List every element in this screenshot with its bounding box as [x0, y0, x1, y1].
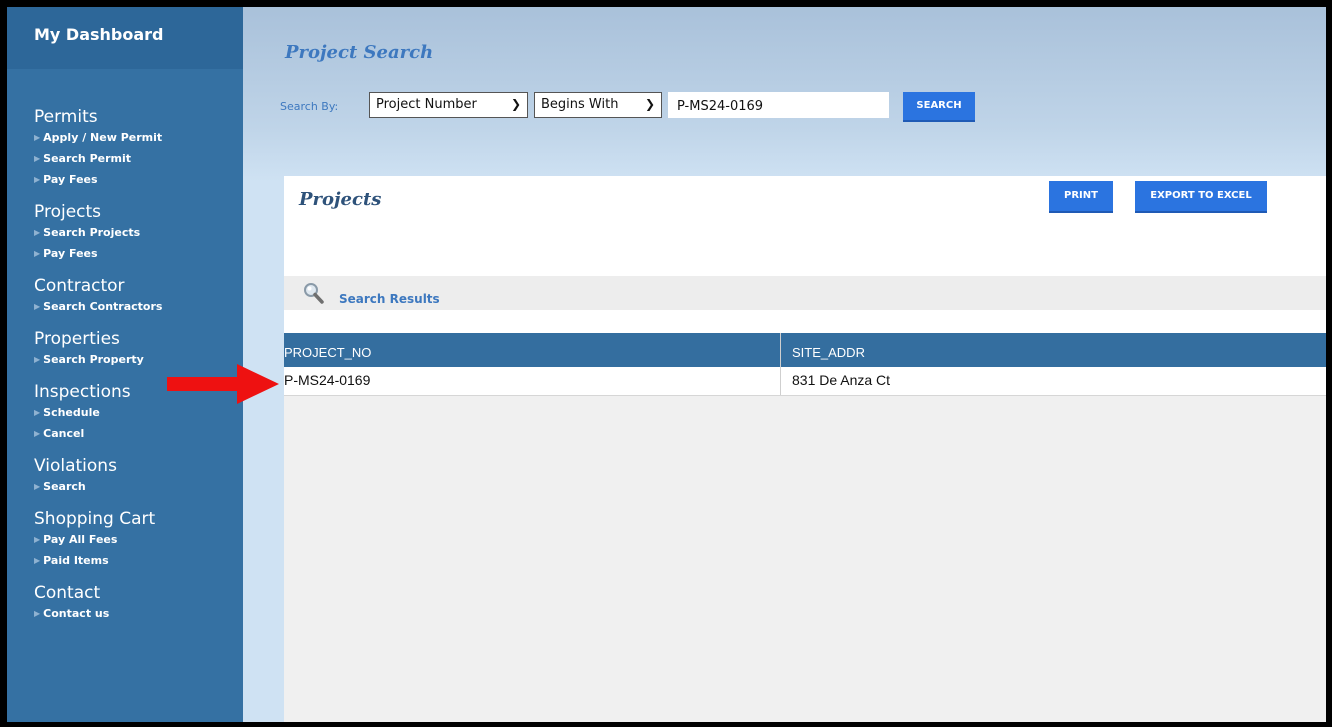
page-title: Project Search	[285, 42, 434, 63]
sidebar-section-permits: Permits ▶ Apply / New Permit ▶ Search Perm…	[7, 107, 243, 190]
my-dashboard-link[interactable]: My Dashboard	[7, 7, 243, 69]
triangle-right-icon: ▶	[34, 133, 41, 142]
main-content: Project Search Search By: Project Number…	[243, 7, 1326, 722]
projects-title: Projects	[299, 189, 382, 210]
column-header-project-no[interactable]: PROJECT_NO	[284, 333, 780, 367]
projects-panel-header: Projects PRINT EXPORT TO EXCEL	[284, 176, 1326, 276]
triangle-right-icon: ▶	[34, 228, 41, 237]
chevron-down-icon: ❯	[510, 97, 521, 111]
sidebar-title-violations[interactable]: Violations	[34, 456, 243, 476]
export-to-excel-button[interactable]: EXPORT TO EXCEL	[1135, 181, 1267, 213]
triangle-right-icon: ▶	[34, 302, 41, 311]
triangle-right-icon: ▶	[34, 482, 41, 491]
table-header: PROJECT_NO SITE_ADDR	[284, 333, 1326, 367]
sidebar-section-contact: Contact ▶ Contact us	[7, 583, 243, 624]
table-row[interactable]: P-MS24-0169 831 De Anza Ct	[284, 367, 1326, 396]
sidebar-item-pay-all-fees[interactable]: ▶ Pay All Fees	[34, 529, 243, 550]
sidebar-item-search-projects[interactable]: ▶ Search Projects	[34, 222, 243, 243]
sidebar-title-contact[interactable]: Contact	[34, 583, 243, 603]
sidebar-title-properties[interactable]: Properties	[34, 329, 243, 349]
sidebar-title-shopping-cart[interactable]: Shopping Cart	[34, 509, 243, 529]
spacer	[284, 310, 1326, 333]
sidebar-section-contractor: Contractor ▶ Search Contractors	[7, 276, 243, 317]
triangle-right-icon: ▶	[34, 408, 41, 417]
sidebar-item-apply-new-permit[interactable]: ▶ Apply / New Permit	[34, 127, 243, 148]
search-field-select[interactable]: Project Number ❯	[369, 92, 528, 118]
sidebar-section-violations: Violations ▶ Search	[7, 456, 243, 497]
search-operator-value: Begins With	[541, 97, 619, 112]
triangle-right-icon: ▶	[34, 355, 41, 364]
sidebar-section-shopping-cart: Shopping Cart ▶ Pay All Fees ▶ Paid Items	[7, 509, 243, 571]
search-results-bar: Search Results	[284, 276, 1326, 310]
search-value-input[interactable]	[668, 92, 889, 118]
sidebar-item-schedule[interactable]: ▶ Schedule	[34, 402, 243, 423]
magnifier-icon	[304, 283, 324, 304]
column-header-site-addr[interactable]: SITE_ADDR	[780, 333, 1326, 367]
chevron-down-icon: ❯	[644, 97, 655, 111]
triangle-right-icon: ▶	[34, 429, 41, 438]
sidebar-item-search-contractors[interactable]: ▶ Search Contractors	[34, 296, 243, 317]
triangle-right-icon: ▶	[34, 154, 41, 163]
annotation-arrow-icon	[167, 364, 279, 404]
browser-viewport: My Dashboard Permits ▶ Apply / New Permit…	[7, 7, 1326, 722]
print-button[interactable]: PRINT	[1049, 181, 1113, 213]
sidebar-item-project-pay-fees[interactable]: ▶ Pay Fees	[34, 243, 243, 264]
results-table: PROJECT_NO SITE_ADDR P-MS24-0169 831 De …	[284, 333, 1326, 396]
triangle-right-icon: ▶	[34, 175, 41, 184]
sidebar-item-cancel[interactable]: ▶ Cancel	[34, 423, 243, 444]
triangle-right-icon: ▶	[34, 556, 41, 565]
search-button[interactable]: SEARCH	[903, 92, 975, 122]
table-cell-site-addr: 831 De Anza Ct	[780, 367, 1326, 395]
triangle-right-icon: ▶	[34, 249, 41, 258]
sidebar-title-permits[interactable]: Permits	[34, 107, 243, 127]
search-operator-select[interactable]: Begins With ❯	[534, 92, 662, 118]
sidebar-item-permit-pay-fees[interactable]: ▶ Pay Fees	[34, 169, 243, 190]
sidebar-item-search-permit[interactable]: ▶ Search Permit	[34, 148, 243, 169]
search-results-label: Search Results	[339, 292, 440, 306]
sidebar-item-contact-us[interactable]: ▶ Contact us	[34, 603, 243, 624]
sidebar-item-violations-search[interactable]: ▶ Search	[34, 476, 243, 497]
sidebar-section-projects: Projects ▶ Search Projects ▶ Pay Fees	[7, 202, 243, 264]
sidebar-item-paid-items[interactable]: ▶ Paid Items	[34, 550, 243, 571]
search-field-value: Project Number	[376, 97, 477, 112]
sidebar-title-contractor[interactable]: Contractor	[34, 276, 243, 296]
table-cell-project-no: P-MS24-0169	[284, 372, 371, 388]
sidebar-title-projects[interactable]: Projects	[34, 202, 243, 222]
triangle-right-icon: ▶	[34, 535, 41, 544]
triangle-right-icon: ▶	[34, 609, 41, 618]
search-by-label: Search By:	[280, 100, 339, 113]
projects-panel: Projects PRINT EXPORT TO EXCEL Search Re…	[284, 176, 1326, 722]
